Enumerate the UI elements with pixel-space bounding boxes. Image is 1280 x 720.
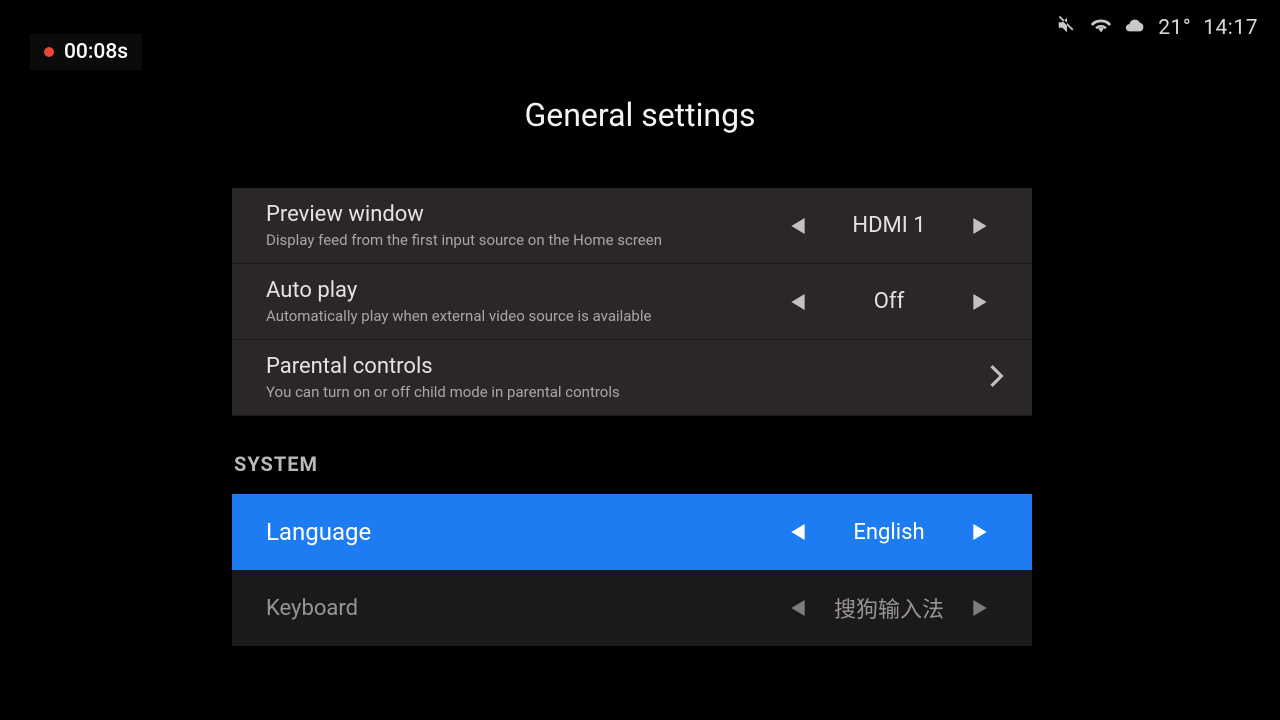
row-title: Keyboard: [266, 596, 358, 621]
status-time: 14:17: [1203, 16, 1258, 40]
page-title: General settings: [0, 96, 1280, 134]
status-bar: 21° 14:17: [1056, 14, 1258, 42]
value-preview-window: HDMI 1: [829, 213, 949, 238]
value-picker-keyboard[interactable]: 搜狗输入法: [774, 592, 1004, 624]
chevron-right-icon[interactable]: [973, 294, 987, 310]
chevron-right-icon: [990, 365, 1004, 391]
record-icon: [44, 47, 54, 57]
recording-badge: 00:08s: [30, 34, 142, 70]
row-text: Keyboard: [266, 596, 358, 621]
row-language[interactable]: Language English: [232, 494, 1032, 570]
row-title: Auto play: [266, 278, 651, 303]
chevron-left-icon[interactable]: [791, 600, 805, 616]
row-keyboard[interactable]: Keyboard 搜狗输入法: [232, 570, 1032, 646]
row-title: Preview window: [266, 202, 662, 227]
status-temperature: 21°: [1158, 16, 1191, 40]
chevron-left-icon[interactable]: [791, 524, 805, 540]
row-title: Parental controls: [266, 354, 620, 379]
row-subtitle: Display feed from the first input source…: [266, 231, 662, 249]
value-language: English: [829, 520, 949, 545]
row-text: Parental controls You can turn on or off…: [266, 354, 620, 401]
value-keyboard: 搜狗输入法: [829, 592, 949, 624]
weather-icon: [1124, 14, 1146, 42]
chevron-right-icon[interactable]: [973, 600, 987, 616]
value-picker-auto-play[interactable]: Off: [774, 289, 1004, 314]
row-subtitle: You can turn on or off child mode in par…: [266, 383, 620, 401]
mute-icon: [1056, 14, 1078, 42]
row-text: Preview window Display feed from the fir…: [266, 202, 662, 249]
value-picker-language[interactable]: English: [774, 520, 1004, 545]
chevron-right-icon[interactable]: [973, 218, 987, 234]
row-subtitle: Automatically play when external video s…: [266, 307, 651, 325]
row-title: Language: [266, 518, 371, 546]
row-text: Auto play Automatically play when extern…: [266, 278, 651, 325]
chevron-left-icon[interactable]: [791, 294, 805, 310]
value-auto-play: Off: [829, 289, 949, 314]
section-header-system: SYSTEM: [232, 452, 1032, 476]
recording-timer: 00:08s: [64, 40, 128, 64]
wifi-icon: [1090, 14, 1112, 42]
settings-panel: Preview window Display feed from the fir…: [232, 188, 1032, 646]
value-picker-preview-window[interactable]: HDMI 1: [774, 213, 1004, 238]
chevron-left-icon[interactable]: [791, 218, 805, 234]
row-parental-controls[interactable]: Parental controls You can turn on or off…: [232, 340, 1032, 416]
row-text: Language: [266, 518, 371, 546]
chevron-right-icon[interactable]: [973, 524, 987, 540]
row-auto-play[interactable]: Auto play Automatically play when extern…: [232, 264, 1032, 340]
row-preview-window[interactable]: Preview window Display feed from the fir…: [232, 188, 1032, 264]
